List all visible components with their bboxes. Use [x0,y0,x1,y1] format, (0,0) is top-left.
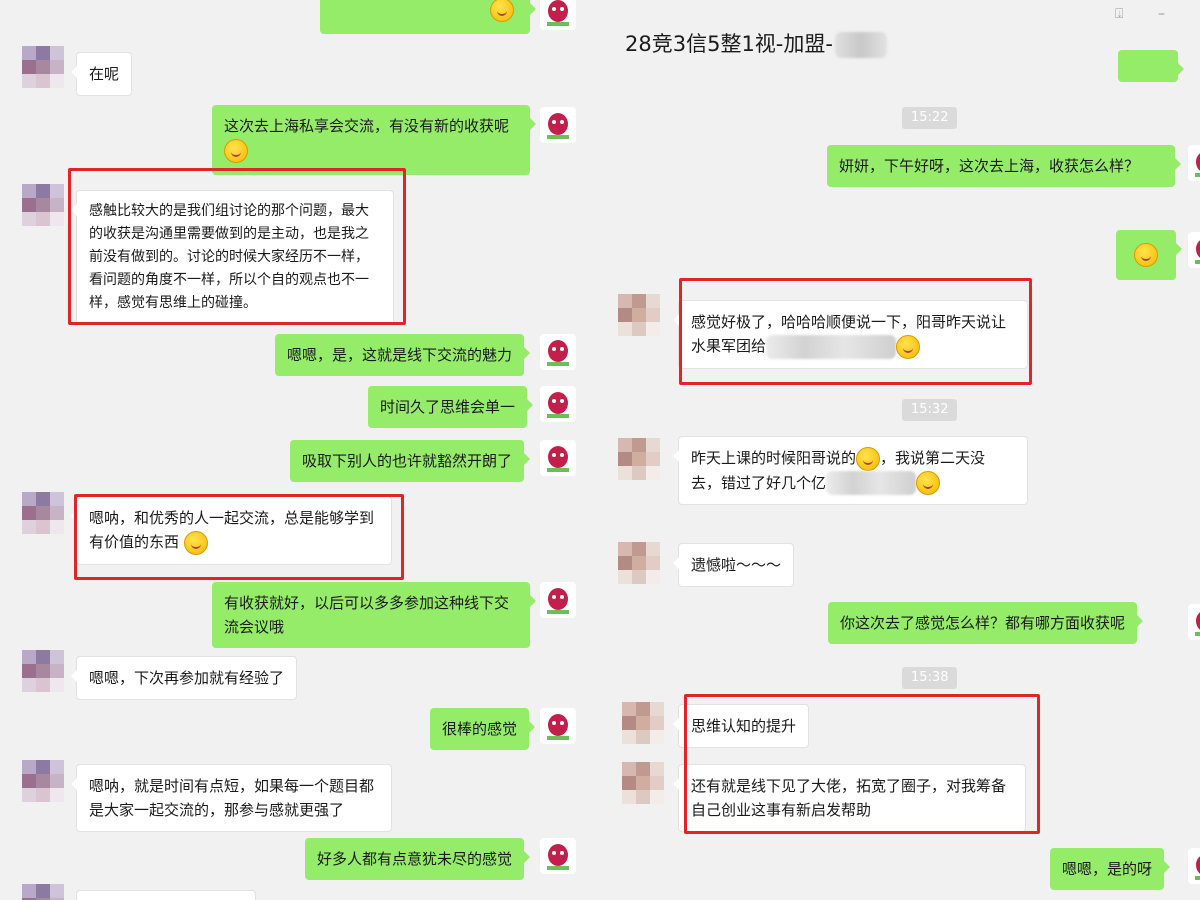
message-bubble: 时间久了思维会单一 [368,386,534,428]
contact-avatar[interactable] [22,884,64,900]
self-avatar[interactable] [540,334,576,370]
contact-avatar[interactable] [622,762,664,804]
contact-avatar[interactable] [618,438,660,480]
laugh-emoji-icon [856,446,881,471]
message-text: 好多人都有点意犹未尽的感觉 [317,850,513,868]
highlight-box [74,494,404,580]
message-bubble: 嗯嗯，下次再参加就有经验了 [70,656,298,700]
grin-emoji-icon [916,471,941,495]
message-bubble: 遗憾啦～～～ [672,543,795,587]
message-bubble: 这次去上海私享会交流，有没有新的收获呢 [212,105,536,175]
message-text: 昨天上课的时候阳哥说的 [691,449,857,467]
contact-avatar[interactable] [22,650,64,692]
message-bubble: 妍妍，下午好呀，这次去上海，收获怎么样？ [827,145,1181,187]
message-bubble: 嗯嗯，是的呀 [1050,848,1171,890]
wink-emoji-icon [1134,243,1158,267]
message-bubble-cut [1118,50,1184,82]
contact-avatar[interactable] [22,760,64,802]
message-text: 吸取下别人的也许就豁然开朗了 [302,452,513,470]
message-text: 嗯嗯，是的呀 [1062,860,1153,878]
emoji-icon [490,0,514,22]
message-text: 有收获就好，以后可以多多参加这种线下交流会议哦 [224,594,510,636]
self-avatar[interactable] [540,708,576,744]
self-avatar[interactable] [540,838,576,874]
timestamp: 15:22 [902,107,958,129]
message-bubble: 很棒的感觉 [430,708,536,750]
highlight-box [68,168,406,325]
message-text: 嗯嗯，下次再参加就有经验了 [89,669,285,687]
contact-avatar[interactable] [618,542,660,584]
highlight-box [684,694,1040,834]
self-avatar[interactable] [540,107,576,143]
left-chat-pane: 在呢 这次去上海私享会交流，有没有新的收获呢 感触比较大的是我们组讨论的那个问题… [0,0,600,900]
redacted-blur [826,471,917,495]
self-avatar[interactable] [540,386,576,422]
message-bubble: 你这次去了感觉怎么样？都有哪方面收获呢 [828,602,1144,644]
contact-avatar[interactable] [622,702,664,744]
message-text: 妍妍，下午好呀，这次去上海，收获怎么样？ [839,157,1140,175]
highlight-box [679,278,1032,385]
self-avatar[interactable] [540,440,576,476]
contact-avatar[interactable] [22,46,64,88]
message-text: 嗯呐，就是时间有点短，如果每一个题目都是大家一起交流的，那参与感就更强了 [89,777,375,819]
wink-emoji-icon [224,138,248,163]
message-text: 在呢 [89,65,120,83]
message-bubble-cut [76,890,256,900]
contact-avatar[interactable] [22,492,64,534]
message-text: 遗憾啦～～～ [691,556,782,574]
timestamp: 15:32 [902,399,958,421]
self-avatar[interactable] [1188,848,1200,884]
self-avatar[interactable] [540,0,576,30]
message-text: 时间久了思维会单一 [380,398,516,416]
message-text: 很棒的感觉 [442,720,518,738]
chat-title: 28竞3信5整1视-加盟- [625,28,887,58]
message-bubble: 嗯嗯，是，这就是线下交流的魅力 [275,334,531,376]
message-bubble: 嗯呐，就是时间有点短，如果每一个题目都是大家一起交流的，那参与感就更强了 [71,764,392,832]
timestamp: 15:38 [902,667,958,689]
minimize-icon[interactable]: – [1158,6,1165,22]
self-avatar[interactable] [540,582,576,618]
redacted-blur [834,32,887,58]
message-bubble [1116,230,1182,280]
message-bubble: 昨天上课的时候阳哥说的 ，我说第二天没去，错过了好几个亿 [673,436,1028,505]
message-bubble: 在呢 [70,52,133,96]
message-text: 这次去上海私享会交流，有没有新的收获呢 [224,117,510,135]
self-avatar[interactable] [1188,232,1200,268]
message-text: 你这次去了感觉怎么样？都有哪方面收获呢 [840,614,1126,632]
self-avatar[interactable] [1188,604,1200,640]
contact-avatar[interactable] [618,294,660,336]
self-avatar[interactable] [1188,145,1200,181]
contact-avatar[interactable] [22,184,64,226]
right-chat-pane: 28竞3信5整1视-加盟- ⍗ – 15:22 妍妍，下午好呀，这次去上海，收获… [600,0,1200,900]
pin-icon[interactable]: ⍗ [1115,6,1123,22]
message-bubble: 吸取下别人的也许就豁然开朗了 [290,440,531,482]
message-text: 嗯嗯，是，这就是线下交流的魅力 [287,346,513,364]
message-bubble: 有收获就好，以后可以多多参加这种线下交流会议哦 [212,582,536,648]
message-bubble: 好多人都有点意犹未尽的感觉 [305,838,531,880]
message-bubble-cut [320,0,536,34]
